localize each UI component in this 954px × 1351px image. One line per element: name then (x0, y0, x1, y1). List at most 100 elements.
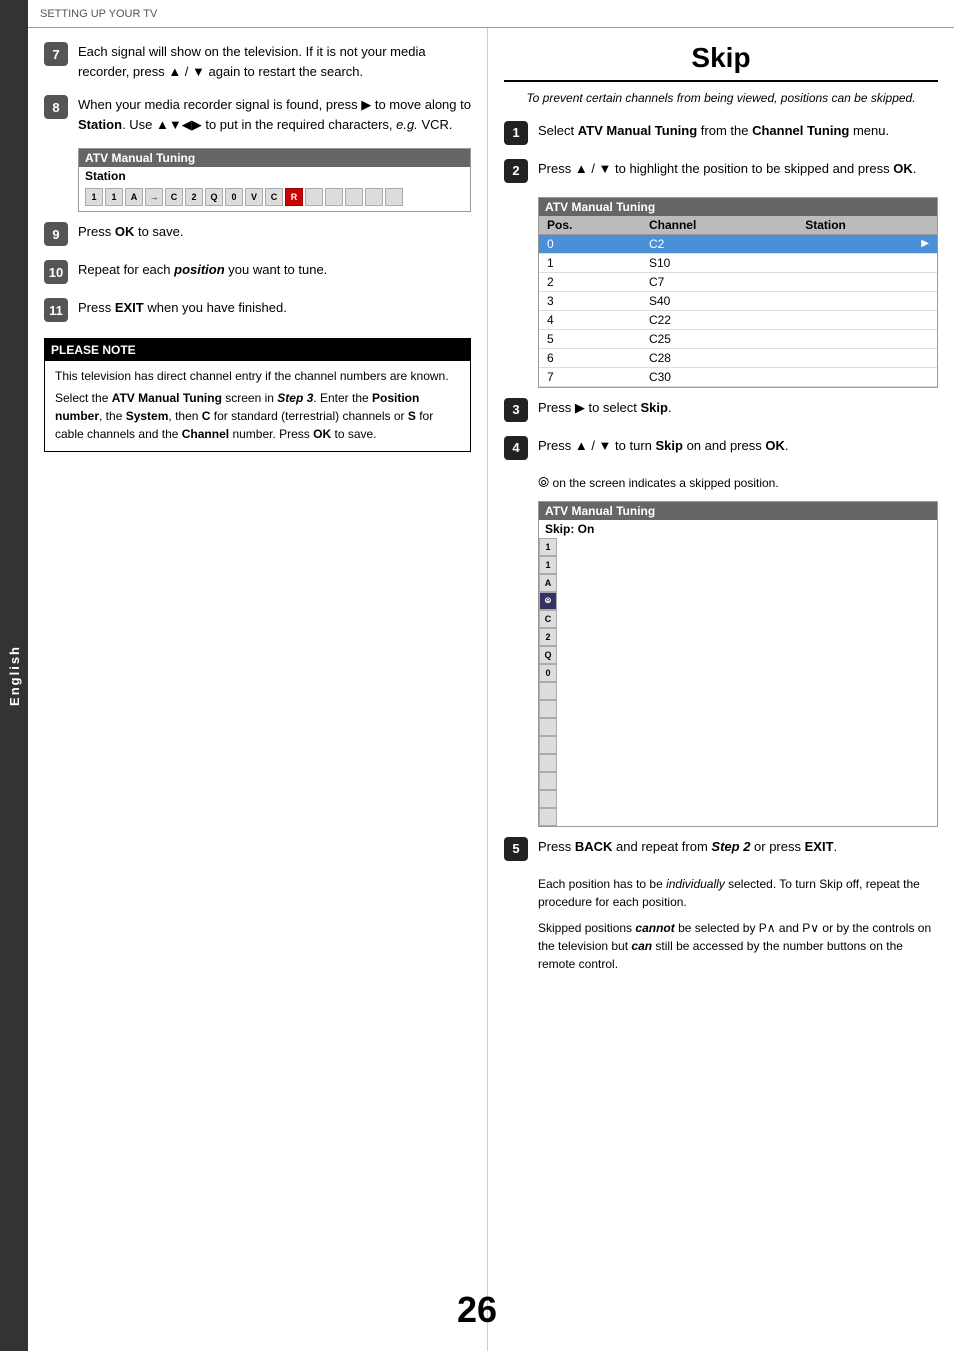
skip-on-label: Skip: On (539, 520, 937, 538)
table-row-7: 7 C30 (539, 367, 937, 386)
skip-step-2-number: 2 (504, 159, 528, 183)
step-9: 9 Press OK to save. (44, 222, 471, 246)
col-channel: Channel (641, 216, 797, 235)
cell-station-7 (797, 367, 937, 386)
skip-key-1b: 1 (539, 556, 557, 574)
table-row-6: 6 C28 (539, 348, 937, 367)
skip-on-keyboard: 1 1 A ⦾ C 2 Q 0 (539, 538, 937, 826)
cell-pos-4: 4 (539, 310, 641, 329)
table-row-5: 5 C25 (539, 329, 937, 348)
skip-step-2: 2 Press ▲ / ▼ to highlight the position … (504, 159, 938, 183)
step-10-text: Repeat for each position you want to tun… (78, 260, 471, 280)
step-9-number: 9 (44, 222, 68, 246)
step-7-number: 7 (44, 42, 68, 66)
col-pos: Pos. (539, 216, 641, 235)
skip-step-5: 5 Press BACK and repeat from Step 2 or p… (504, 837, 938, 861)
step-7-text: Each signal will show on the television.… (78, 42, 471, 81)
key-Q: Q (205, 188, 223, 206)
skip-step-4-text: Press ▲ / ▼ to turn Skip on and press OK… (538, 436, 938, 456)
language-label: English (7, 645, 22, 706)
skip-step-4-number: 4 (504, 436, 528, 460)
atv-table-title: ATV Manual Tuning (539, 198, 937, 216)
skip-key-blank2 (539, 700, 557, 718)
key-2: 2 (185, 188, 203, 206)
col-station: Station (797, 216, 937, 235)
table-row-1: 1 S10 (539, 253, 937, 272)
step-5-extra: Each position has to be individually sel… (538, 875, 938, 973)
skip-key-C: C (539, 610, 557, 628)
key-blank2 (325, 188, 343, 206)
skip-icon-note: ⦾ on the screen indicates a skipped posi… (538, 474, 938, 491)
key-1a: 1 (85, 188, 103, 206)
cell-station-2 (797, 272, 937, 291)
cell-station-5 (797, 329, 937, 348)
atv-channel-table: Pos. Channel Station 0 C2 ▶ 1 S10 (539, 216, 937, 387)
skip-step-3-number: 3 (504, 398, 528, 422)
header-bar: SETTING UP YOUR TV (28, 0, 954, 28)
skip-key-icon: ⦾ (539, 592, 557, 610)
skip-key-blank6 (539, 772, 557, 790)
skip-key-blank1 (539, 682, 557, 700)
key-A: A (125, 188, 143, 206)
step-8-number: 8 (44, 95, 68, 119)
skip-key-A: A (539, 574, 557, 592)
cell-pos-2: 2 (539, 272, 641, 291)
cell-pos-5: 5 (539, 329, 641, 348)
skip-on-box: ATV Manual Tuning Skip: On 1 1 A ⦾ C 2 Q… (538, 501, 938, 827)
key-blank4 (365, 188, 383, 206)
please-note-box: PLEASE NOTE This television has direct c… (44, 338, 471, 452)
step-11-text: Press EXIT when you have finished. (78, 298, 471, 318)
right-column: Skip To prevent certain channels from be… (488, 28, 954, 1351)
cell-channel-6: C28 (641, 348, 797, 367)
skip-key-Q: Q (539, 646, 557, 664)
key-blank3 (345, 188, 363, 206)
cell-channel-3: S40 (641, 291, 797, 310)
page-number: 26 (457, 1289, 497, 1331)
skip-step-1-text: Select ATV Manual Tuning from the Channe… (538, 121, 938, 141)
cell-channel-4: C22 (641, 310, 797, 329)
skip-step-4: 4 Press ▲ / ▼ to turn Skip on and press … (504, 436, 938, 460)
key-0: 0 (225, 188, 243, 206)
skip-key-1a: 1 (539, 538, 557, 556)
skip-key-blank3 (539, 718, 557, 736)
table-row-2: 2 C7 (539, 272, 937, 291)
step-5-extra-2: Skipped positions cannot be selected by … (538, 919, 938, 973)
language-tab: English (0, 0, 28, 1351)
step-10-number: 10 (44, 260, 68, 284)
key-1b: 1 (105, 188, 123, 206)
step-8-text: When your media recorder signal is found… (78, 95, 471, 134)
skip-step-1: 1 Select ATV Manual Tuning from the Chan… (504, 121, 938, 145)
skip-key-2: 2 (539, 628, 557, 646)
note-line-2: Select the ATV Manual Tuning screen in S… (55, 389, 460, 443)
atv-box-title: ATV Manual Tuning (79, 149, 470, 167)
left-column: 7 Each signal will show on the televisio… (28, 28, 488, 1351)
skip-subtitle: To prevent certain channels from being v… (504, 90, 938, 107)
main-content: 7 Each signal will show on the televisio… (28, 28, 954, 1351)
cell-pos-6: 6 (539, 348, 641, 367)
cell-pos-7: 7 (539, 367, 641, 386)
skip-step-5-number: 5 (504, 837, 528, 861)
skip-on-title: ATV Manual Tuning (539, 502, 937, 520)
cell-channel-7: C30 (641, 367, 797, 386)
key-V: V (245, 188, 263, 206)
atv-table-box: ATV Manual Tuning Pos. Channel Station 0… (538, 197, 938, 388)
skip-icon: ⦾ (538, 474, 549, 490)
key-arrow: → (145, 188, 163, 206)
step-7: 7 Each signal will show on the televisio… (44, 42, 471, 81)
table-row-4: 4 C22 (539, 310, 937, 329)
cell-channel-5: C25 (641, 329, 797, 348)
cell-pos-3: 3 (539, 291, 641, 310)
step-8: 8 When your media recorder signal is fou… (44, 95, 471, 134)
note-line-1: This television has direct channel entry… (55, 367, 460, 385)
key-R: R (285, 188, 303, 206)
skip-key-blank7 (539, 790, 557, 808)
skip-title: Skip (504, 42, 938, 82)
skip-step-5-text: Press BACK and repeat from Step 2 or pre… (538, 837, 938, 857)
header-title: SETTING UP YOUR TV (40, 8, 157, 20)
skip-key-blank5 (539, 754, 557, 772)
cell-station-6 (797, 348, 937, 367)
step-10: 10 Repeat for each position you want to … (44, 260, 471, 284)
step-5-extra-1: Each position has to be individually sel… (538, 875, 938, 911)
cell-pos-0: 0 (539, 234, 641, 253)
skip-key-0: 0 (539, 664, 557, 682)
